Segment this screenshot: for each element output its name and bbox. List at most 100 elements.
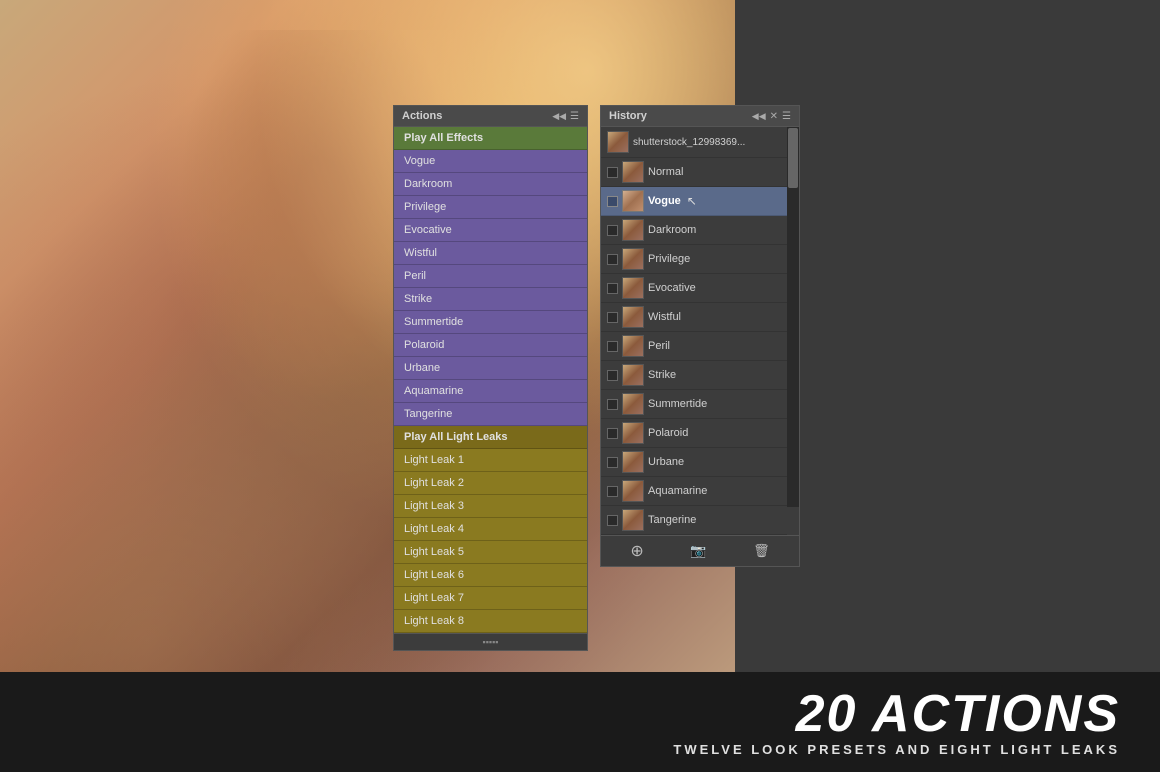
history-item-label-tangerine: Tangerine <box>648 514 696 526</box>
history-item-label-aquamarine: Aquamarine <box>648 485 707 497</box>
history-item-normal[interactable]: Normal <box>601 158 787 187</box>
history-item-darkroom[interactable]: Darkroom <box>601 216 787 245</box>
history-item-label-summertide: Summertide <box>648 398 707 410</box>
light-leak-1-item[interactable]: Light Leak 1 <box>394 449 587 472</box>
light-leak-2-item[interactable]: Light Leak 2 <box>394 472 587 495</box>
history-content-area: shutterstock_12998369... Normal Vogue ↖ … <box>601 127 799 535</box>
aquamarine-action-item[interactable]: Aquamarine <box>394 380 587 403</box>
strike-action-item[interactable]: Strike <box>394 288 587 311</box>
history-item-vogue[interactable]: Vogue ↖ <box>601 187 787 216</box>
actions-panel-title: Actions <box>402 110 442 122</box>
history-panel-header: History ◀◀ ✕ ☰ <box>601 106 799 127</box>
history-thumb-evocative <box>622 277 644 299</box>
history-item-wistful[interactable]: Wistful <box>601 303 787 332</box>
history-item-urbane[interactable]: Urbane <box>601 448 787 477</box>
history-thumb-urbane <box>622 451 644 473</box>
light-leak-8-item[interactable]: Light Leak 8 <box>394 610 587 633</box>
history-panel: History ◀◀ ✕ ☰ shutterstock_12998369... … <box>600 105 800 567</box>
history-thumb-polaroid <box>622 422 644 444</box>
actions-subtitle-label: TWELVE LOOK PRESETS AND EIGHT LIGHT LEAK… <box>673 742 1120 757</box>
history-checkbox-aquamarine[interactable] <box>607 486 618 497</box>
actions-panel-header: Actions ◀◀ ☰ <box>394 106 587 127</box>
history-thumb-aquamarine <box>622 480 644 502</box>
history-thumb-summertide <box>622 393 644 415</box>
history-new-snapshot-button[interactable]: ⊕ <box>630 541 643 561</box>
history-thumb-wistful <box>622 306 644 328</box>
history-close-icon[interactable]: ✕ <box>770 111 778 122</box>
light-leak-3-item[interactable]: Light Leak 3 <box>394 495 587 518</box>
history-checkbox-strike[interactable] <box>607 370 618 381</box>
history-thumb-privilege <box>622 248 644 270</box>
history-item-label-polaroid: Polaroid <box>648 427 688 439</box>
history-checkbox-wistful[interactable] <box>607 312 618 323</box>
history-item-polaroid[interactable]: Polaroid <box>601 419 787 448</box>
history-item-summertide[interactable]: Summertide <box>601 390 787 419</box>
history-checkbox-polaroid[interactable] <box>607 428 618 439</box>
history-item-label-urbane: Urbane <box>648 456 684 468</box>
history-thumb-normal <box>622 161 644 183</box>
history-list: shutterstock_12998369... Normal Vogue ↖ … <box>601 127 799 535</box>
tangerine-action-item[interactable]: Tangerine <box>394 403 587 426</box>
history-checkbox-vogue[interactable] <box>607 196 618 207</box>
darkroom-action-item[interactable]: Darkroom <box>394 173 587 196</box>
history-item-tangerine[interactable]: Tangerine <box>601 506 787 535</box>
history-thumb-tangerine <box>622 509 644 531</box>
history-checkbox-urbane[interactable] <box>607 457 618 468</box>
history-item-aquamarine[interactable]: Aquamarine <box>601 477 787 506</box>
history-item-label-normal: Normal <box>648 166 683 178</box>
urbane-action-item[interactable]: Urbane <box>394 357 587 380</box>
history-item-label-wistful: Wistful <box>648 311 681 323</box>
wistful-action-item[interactable]: Wistful <box>394 242 587 265</box>
history-item-privilege[interactable]: Privilege <box>601 245 787 274</box>
light-leak-7-item[interactable]: Light Leak 7 <box>394 587 587 610</box>
history-scrollbar[interactable] <box>787 127 799 507</box>
history-collapse-icon[interactable]: ◀◀ <box>752 111 766 122</box>
history-checkbox-evocative[interactable] <box>607 283 618 294</box>
history-item-label-darkroom: Darkroom <box>648 224 696 236</box>
history-thumb-vogue <box>622 190 644 212</box>
actions-panel-footer: ▪▪▪▪▪ <box>394 633 587 650</box>
history-item-strike[interactable]: Strike <box>601 361 787 390</box>
vogue-action-item[interactable]: Vogue <box>394 150 587 173</box>
history-menu-icon[interactable]: ☰ <box>782 111 791 122</box>
actions-menu-icon[interactable]: ☰ <box>570 111 579 122</box>
history-panel-controls: ◀◀ ✕ ☰ <box>752 111 791 122</box>
history-thumb-darkroom <box>622 219 644 241</box>
actions-collapse-icon[interactable]: ◀◀ <box>552 111 566 122</box>
actions-count-label: 20 ACTIONS <box>673 688 1120 740</box>
summertide-action-item[interactable]: Summertide <box>394 311 587 334</box>
light-leak-6-item[interactable]: Light Leak 6 <box>394 564 587 587</box>
play-all-effects-item[interactable]: Play All Effects <box>394 127 587 150</box>
history-item-evocative[interactable]: Evocative <box>601 274 787 303</box>
evocative-action-item[interactable]: Evocative <box>394 219 587 242</box>
history-scrollbar-thumb[interactable] <box>788 128 798 188</box>
history-item-label-vogue: Vogue <box>648 195 681 207</box>
history-item-label-top: shutterstock_12998369... <box>633 137 745 148</box>
history-camera-button[interactable]: 📷 <box>690 543 706 559</box>
history-checkbox-privilege[interactable] <box>607 254 618 265</box>
actions-panel-controls: ◀◀ ☰ <box>552 111 579 122</box>
privilege-action-item[interactable]: Privilege <box>394 196 587 219</box>
history-panel-title: History <box>609 110 647 122</box>
history-checkbox-darkroom[interactable] <box>607 225 618 236</box>
light-leak-5-item[interactable]: Light Leak 5 <box>394 541 587 564</box>
bottom-bar: 20 ACTIONS TWELVE LOOK PRESETS AND EIGHT… <box>0 672 1160 772</box>
light-leak-4-item[interactable]: Light Leak 4 <box>394 518 587 541</box>
history-checkbox-summertide[interactable] <box>607 399 618 410</box>
history-item-top[interactable]: shutterstock_12998369... <box>601 127 787 158</box>
actions-list: Play All Effects Vogue Darkroom Privileg… <box>394 127 587 633</box>
history-checkbox-tangerine[interactable] <box>607 515 618 526</box>
history-checkbox-peril[interactable] <box>607 341 618 352</box>
history-checkbox-normal[interactable] <box>607 167 618 178</box>
polaroid-action-item[interactable]: Polaroid <box>394 334 587 357</box>
cursor-pointer-icon: ↖ <box>687 194 697 208</box>
actions-footer-dots: ▪▪▪▪▪ <box>483 637 499 647</box>
peril-action-item[interactable]: Peril <box>394 265 587 288</box>
history-item-label-strike: Strike <box>648 369 676 381</box>
history-item-peril[interactable]: Peril <box>601 332 787 361</box>
history-delete-button[interactable]: 🗑 <box>753 543 770 559</box>
history-item-label-evocative: Evocative <box>648 282 696 294</box>
history-thumb-top <box>607 131 629 153</box>
bottom-text-container: 20 ACTIONS TWELVE LOOK PRESETS AND EIGHT… <box>673 688 1120 757</box>
play-all-light-leaks-item[interactable]: Play All Light Leaks <box>394 426 587 449</box>
